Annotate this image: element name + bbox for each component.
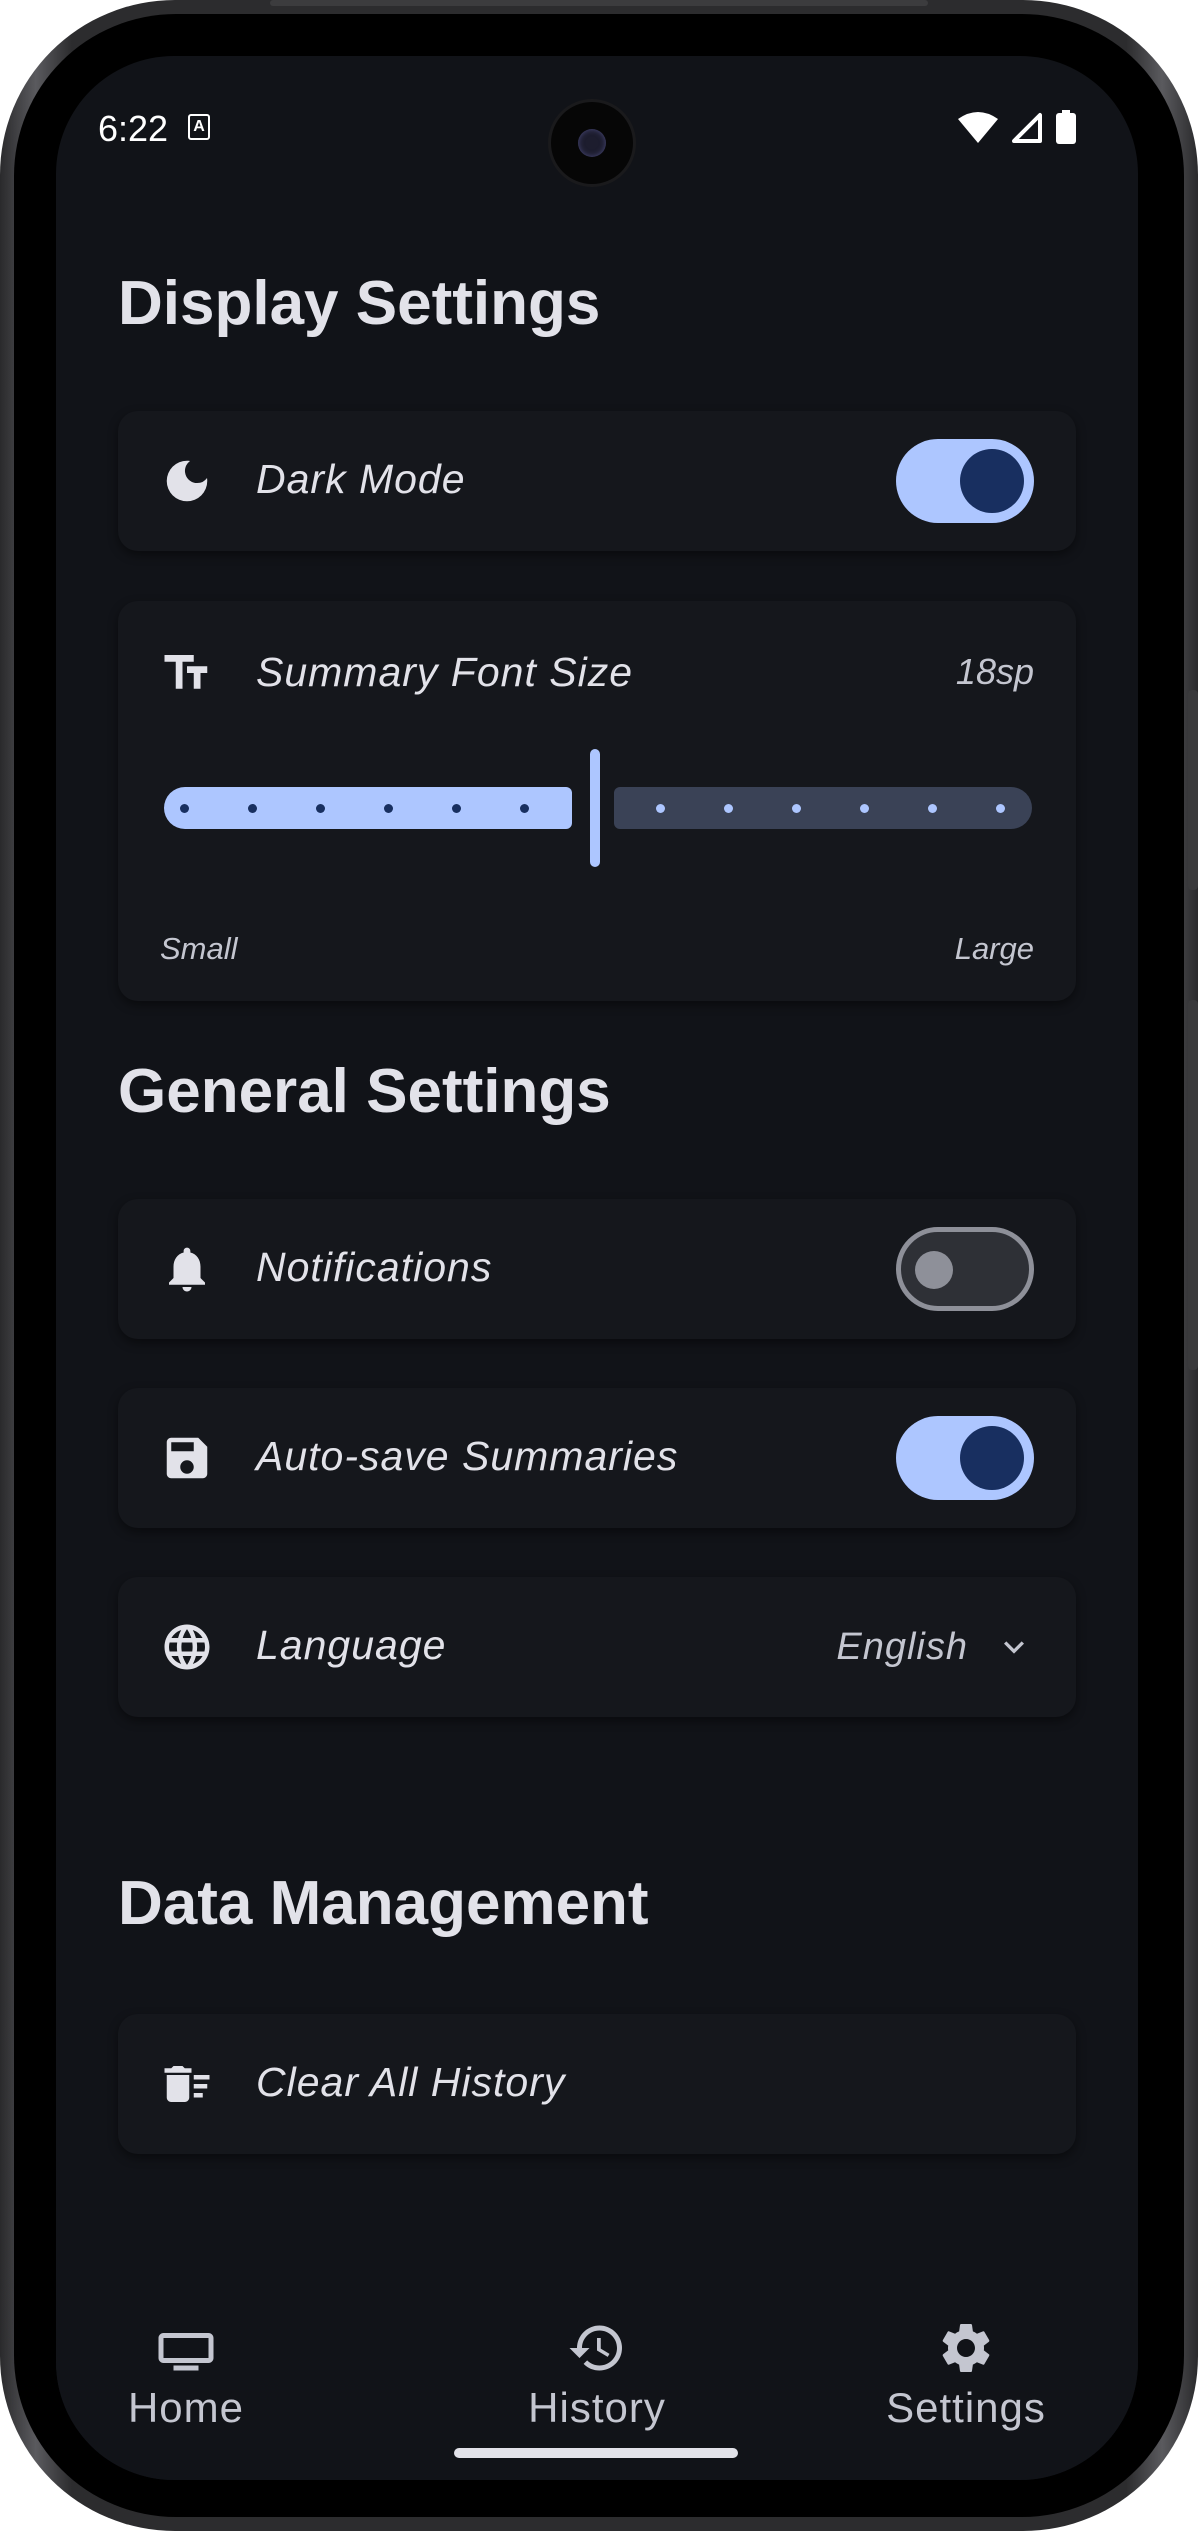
slider-tick: [928, 804, 937, 813]
chevron-down-icon: [1004, 1641, 1024, 1654]
slider-tick: [860, 804, 869, 813]
slider-tick: [248, 804, 257, 813]
font-size-card: Summary Font Size 18sp Small Large: [118, 601, 1076, 1001]
slider-tick: [452, 804, 461, 813]
volume-button: [1188, 690, 1198, 890]
font-size-label: Summary Font Size: [256, 649, 633, 695]
toggle-knob: [960, 449, 1024, 513]
phone-frame: 6:22 A Display Settings Dark Mode Summar…: [0, 0, 1198, 2531]
globe-icon: [164, 1624, 210, 1670]
slider-tick: [520, 804, 529, 813]
battery-icon: [1056, 110, 1076, 144]
wifi-icon: [958, 112, 998, 143]
slider-max-label: Large: [954, 931, 1034, 966]
bell-icon: [169, 1247, 205, 1292]
status-time: 6:22: [98, 108, 169, 149]
gear-icon: [942, 2324, 990, 2372]
auto-save-toggle[interactable]: [896, 1416, 1034, 1500]
slider-tick: [180, 804, 189, 813]
nav-history[interactable]: History: [467, 2276, 727, 2456]
history-icon: [569, 2325, 622, 2371]
slider-tick: [384, 804, 393, 813]
language-label: Language: [256, 1622, 447, 1668]
notifications-label: Notifications: [256, 1244, 493, 1290]
section-title-display: Display Settings: [118, 269, 601, 338]
dark-mode-toggle[interactable]: [896, 439, 1034, 523]
toggle-knob: [915, 1251, 953, 1289]
text-size-icon: [164, 655, 208, 689]
slider-active-track[interactable]: [164, 787, 572, 829]
dark-mode-row[interactable]: Dark Mode: [118, 411, 1076, 551]
save-icon: [166, 1437, 208, 1479]
nav-home[interactable]: Home: [56, 2276, 316, 2456]
language-dropdown[interactable]: English: [836, 1615, 1034, 1679]
slider-tick: [996, 804, 1005, 813]
font-size-value: 18sp: [955, 651, 1034, 692]
delete-sweep-icon: [164, 2066, 210, 2102]
slider-min-label: Small: [160, 931, 238, 966]
screen: 6:22 A Display Settings Dark Mode Summar…: [56, 56, 1138, 2480]
nav-settings[interactable]: Settings: [836, 2276, 1096, 2456]
language-row[interactable]: Language English: [118, 1577, 1076, 1717]
status-bar: 6:22 A: [56, 56, 1138, 196]
slider-tick: [724, 804, 733, 813]
auto-save-row[interactable]: Auto-save Summaries: [118, 1388, 1076, 1528]
clear-history-row[interactable]: Clear All History: [118, 2014, 1076, 2154]
status-icons: [958, 110, 1076, 144]
front-camera: [551, 102, 633, 184]
notifications-row[interactable]: Notifications: [118, 1199, 1076, 1339]
slider-tick: [656, 804, 665, 813]
nav-home-label: Home: [127, 2384, 245, 2431]
slider-tick: [316, 804, 325, 813]
toggle-knob: [960, 1426, 1024, 1490]
nav-settings-label: Settings: [886, 2384, 1046, 2431]
tv-icon: [158, 2333, 214, 2371]
auto-save-label: Auto-save Summaries: [256, 1433, 679, 1479]
section-title-data: Data Management: [118, 1869, 649, 1938]
slider-inactive-track[interactable]: [614, 787, 1032, 829]
section-title-general: General Settings: [118, 1057, 611, 1126]
clear-history-label: Clear All History: [256, 2059, 566, 2105]
a-icon: A: [188, 114, 210, 140]
phone-top-edge: [270, 0, 928, 6]
dark-mode-label: Dark Mode: [256, 456, 466, 502]
notifications-toggle[interactable]: [896, 1227, 1034, 1311]
gesture-home-indicator[interactable]: [454, 2448, 738, 2458]
power-button: [1188, 1000, 1198, 1370]
language-value: English: [836, 1625, 968, 1668]
slider-thumb[interactable]: [590, 749, 600, 867]
moon-icon: [166, 460, 208, 502]
signal-icon: [1012, 113, 1042, 143]
nav-history-label: History: [528, 2384, 666, 2431]
slider-tick: [792, 804, 801, 813]
